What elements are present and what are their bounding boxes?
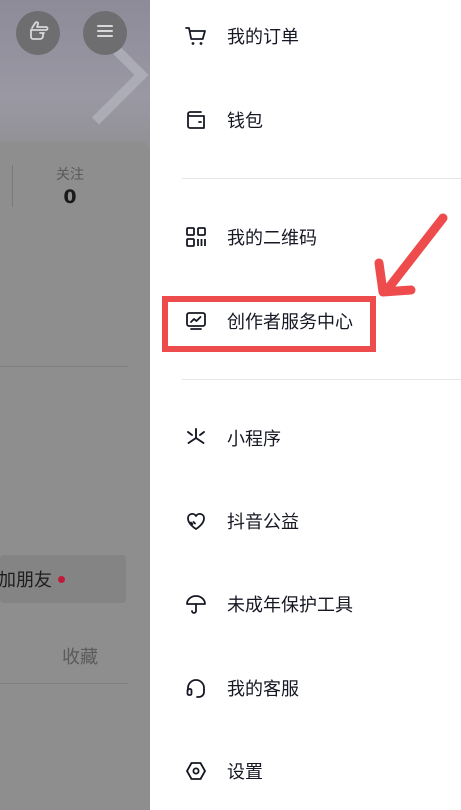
menu-divider [182,379,461,380]
menu-label: 钱包 [227,111,263,132]
menu-label: 我的订单 [227,27,299,48]
menu-item-mini-programs[interactable]: 小程序 [150,410,461,466]
stat-divider [12,165,13,207]
menu-label: 未成年保护工具 [227,595,353,616]
tabs-divider [0,683,128,684]
wallet-icon [184,108,208,132]
menu-label: 我的客服 [227,679,299,700]
menu-item-douyin-charity[interactable]: 抖音公益 [150,493,461,549]
side-drawer: 我的订单 钱包 我的二维码 创作者服务中心 小程序 抖音公益 未成年保护工具 我… [150,0,461,810]
annotation-highlight-box [162,296,376,352]
menu-item-customer-service[interactable]: 我的客服 [150,660,461,716]
hamburger-icon [93,19,117,47]
add-friend-button[interactable]: 加朋友 [0,555,126,603]
asterisk-icon [184,426,208,450]
background-profile-page: 关注 0 加朋友 收藏 [0,0,150,810]
section-divider [0,366,128,367]
cart-icon [184,24,208,48]
profile-card [0,142,150,810]
menu-label: 小程序 [227,429,281,450]
menu-item-minor-protection[interactable]: 未成年保护工具 [150,576,461,632]
following-count[interactable]: 0 [40,186,100,208]
pointing-hand-icon [26,19,50,47]
tab-favorites[interactable]: 收藏 [62,643,98,669]
hexagon-gear-icon [184,759,208,783]
umbrella-icon [184,592,208,616]
visitor-button[interactable] [16,11,60,55]
menu-button[interactable] [83,11,127,55]
add-friend-label: 加朋友 [0,570,52,591]
menu-item-my-orders[interactable]: 我的订单 [150,8,461,64]
menu-label: 抖音公益 [227,512,299,533]
menu-divider [182,178,461,179]
menu-label: 设置 [227,762,263,783]
following-label: 关注 [56,167,84,183]
menu-item-settings[interactable]: 设置 [150,743,461,799]
notification-dot [58,575,65,583]
menu-label: 我的二维码 [227,228,317,249]
qr-code-icon [184,225,208,249]
menu-item-my-qr-code[interactable]: 我的二维码 [150,209,461,265]
heart-icon [184,509,208,533]
headset-icon [184,676,208,700]
menu-item-wallet[interactable]: 钱包 [150,92,461,148]
